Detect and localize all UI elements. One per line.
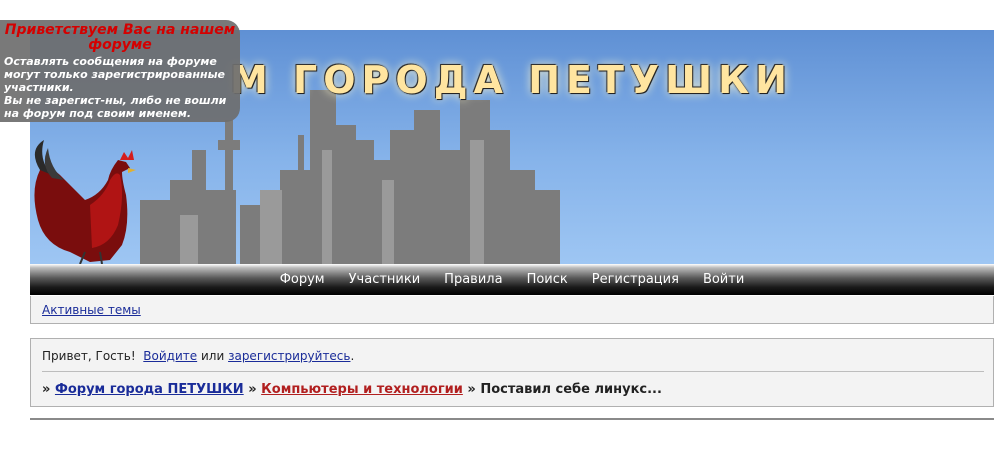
breadcrumb-separator: » bbox=[248, 382, 257, 397]
nav-login[interactable]: Войти bbox=[691, 272, 756, 287]
greeting-text: Привет, Гость! bbox=[42, 349, 136, 363]
greeting-suffix: . bbox=[350, 349, 355, 363]
user-info-panel: Привет, Гость! Войдите или зарегистрируй… bbox=[30, 338, 994, 407]
divider bbox=[42, 371, 984, 372]
login-link[interactable]: Войдите bbox=[143, 349, 197, 363]
active-topics-link[interactable]: Активные темы bbox=[42, 303, 141, 317]
nav-members[interactable]: Участники bbox=[337, 272, 433, 287]
greeting-or: или bbox=[200, 349, 225, 363]
breadcrumb-forum-link[interactable]: Форум города ПЕТУШКИ bbox=[55, 382, 244, 397]
breadcrumb: » Форум города ПЕТУШКИ » Компьютеры и те… bbox=[42, 382, 662, 397]
greeting-line: Привет, Гость! Войдите или зарегистрируй… bbox=[42, 349, 354, 363]
nav-forum[interactable]: Форум bbox=[268, 272, 337, 287]
nav-search[interactable]: Поиск bbox=[515, 272, 580, 287]
active-topics-bar: Активные темы bbox=[30, 296, 994, 324]
breadcrumb-category-link[interactable]: Компьютеры и технологии bbox=[261, 382, 463, 397]
welcome-panel: Приветствуем Вас на нашем форуме Оставля… bbox=[0, 20, 240, 122]
welcome-title: Приветствуем Вас на нашем форуме bbox=[4, 22, 236, 53]
rooster-icon bbox=[34, 140, 136, 264]
nav-rules[interactable]: Правила bbox=[432, 272, 514, 287]
bottom-divider bbox=[30, 418, 994, 420]
breadcrumb-separator: » bbox=[467, 382, 476, 397]
welcome-text: Оставлять сообщения на форуме могут толь… bbox=[4, 55, 227, 120]
register-link[interactable]: зарегистрируйтесь bbox=[228, 349, 350, 363]
site-title: М ГОРОДА ПЕТУШКИ bbox=[230, 58, 793, 102]
breadcrumb-separator: » bbox=[42, 382, 51, 397]
nav-register[interactable]: Регистрация bbox=[580, 272, 691, 287]
main-navbar: Форум Участники Правила Поиск Регистраци… bbox=[30, 264, 994, 295]
breadcrumb-current-topic: Поставил себе линукс... bbox=[480, 382, 662, 397]
